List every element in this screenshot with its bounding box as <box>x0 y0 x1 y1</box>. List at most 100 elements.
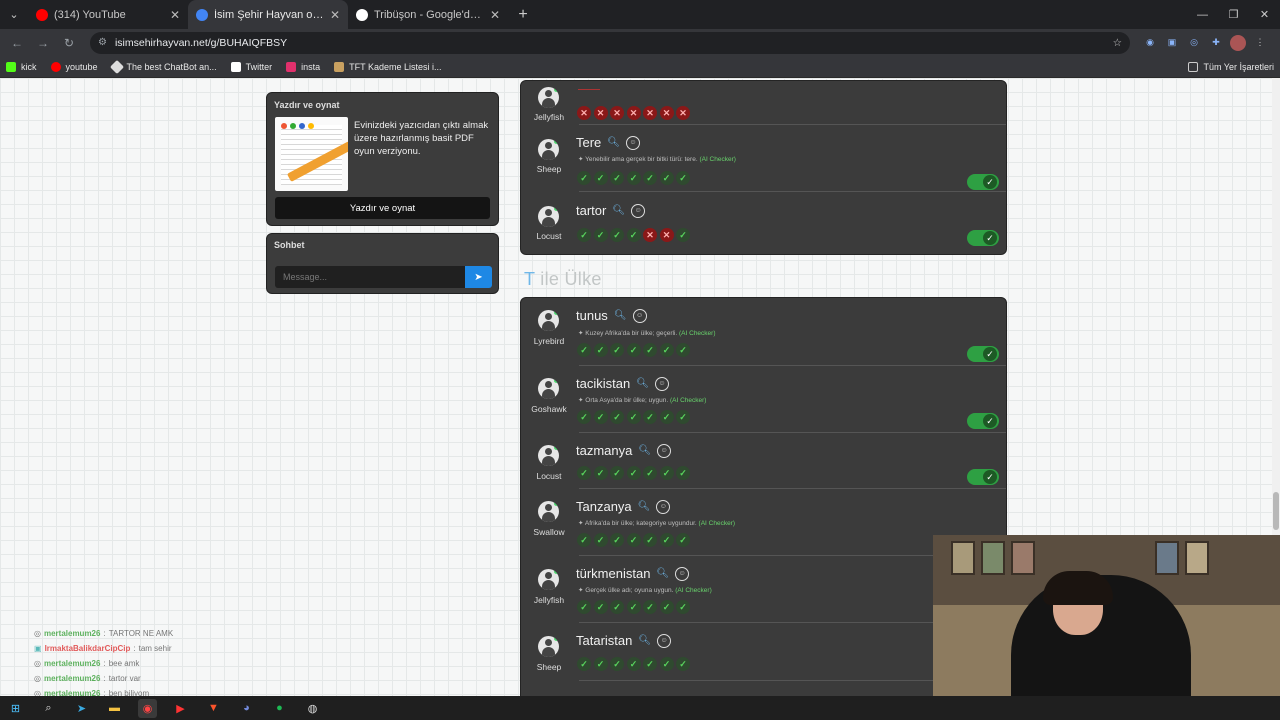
answer-text: türkmenistan <box>576 566 651 581</box>
user-name: Lyrebird <box>533 336 565 346</box>
vote-row: ✓ ✓ ✓ ✓ ✓ ✓ ✓ <box>577 466 690 480</box>
accept-toggle[interactable] <box>967 346 999 362</box>
bookmarks-bar: kick youtube The best ChatBot an... Twit… <box>0 56 1280 78</box>
user-avatar <box>538 636 559 657</box>
chat-line: ◎ mertalemum26: ben biliyom <box>34 689 150 696</box>
folder-icon <box>1188 61 1199 72</box>
bookmark-youtube[interactable]: youtube <box>50 61 98 72</box>
tft-icon <box>334 61 345 72</box>
search-icon[interactable]: 🔍︎ <box>638 635 651 646</box>
bookmark-label: Twitter <box>245 61 273 72</box>
answer-word: tacikistan 🔍︎ ☺ <box>576 376 669 391</box>
telegram-icon[interactable]: ➤ <box>72 699 91 718</box>
forward-icon[interactable]: → <box>32 32 54 54</box>
bookmark-kick[interactable]: kick <box>6 61 37 72</box>
answer-row: Locust tartor 🔍︎ ☺ ✓ ✓ ✓ ✓ ✕ ✕ ✓ <box>521 192 1006 256</box>
close-tab-icon[interactable]: ✕ <box>490 8 500 22</box>
ai-note: ✦ Orta Asya'da bir ülke; uygun. (AI Chec… <box>578 397 707 404</box>
emoji-reaction-icon[interactable]: ☺ <box>657 633 672 648</box>
chat-message-input[interactable]: Message... <box>275 266 465 288</box>
bookmark-label: TFT Kademe Listesi i... <box>349 61 442 72</box>
answer-text: tunus <box>576 308 608 323</box>
user-avatar <box>538 139 559 160</box>
extension-icons: ◉ ▣ ◎ ✚ ⋮ <box>1142 34 1268 51</box>
answer-text: Tataristan <box>576 633 633 648</box>
answer-text: tacikistan <box>576 376 631 391</box>
emoji-reaction-icon[interactable]: ☺ <box>632 308 647 323</box>
extension-icon[interactable]: ◎ <box>1186 35 1202 51</box>
emoji-reaction-icon[interactable]: ☺ <box>656 499 671 514</box>
accept-toggle[interactable] <box>967 174 999 190</box>
close-tab-icon[interactable]: ✕ <box>170 8 180 22</box>
bookmark-twitter[interactable]: Twitter <box>230 61 273 72</box>
answer-word: Tataristan 🔍︎ ☺ <box>576 633 672 648</box>
user-avatar <box>538 569 559 590</box>
obs-icon[interactable]: ◍ <box>303 699 322 718</box>
accept-toggle[interactable] <box>967 230 999 246</box>
close-tab-icon[interactable]: ✕ <box>330 8 340 22</box>
answer-word: tunus 🔍︎ ☺ <box>576 308 647 323</box>
bookmark-star-icon[interactable]: ☆ <box>1113 37 1122 49</box>
emoji-reaction-icon[interactable]: ☺ <box>654 376 669 391</box>
search-icon[interactable]: 🔍︎ <box>612 205 625 216</box>
user-avatar <box>538 501 559 522</box>
accept-toggle[interactable] <box>967 469 999 485</box>
search-icon[interactable]: 🔍︎ <box>638 445 651 456</box>
browser-toolbar: ← → ↻ ⚙ isimsehirhayvan.net/g/BUHAIQFBSY… <box>0 29 1280 56</box>
windows-start-icon[interactable]: ⊞ <box>6 699 25 718</box>
site-info-icon[interactable]: ⚙ <box>98 37 107 48</box>
search-icon[interactable]: 🔍︎ <box>614 310 627 321</box>
bookmark-chatbot[interactable]: The best ChatBot an... <box>109 59 217 74</box>
search-icon[interactable]: 🔍︎ <box>638 501 651 512</box>
extension-icon[interactable]: ◉ <box>1142 35 1158 51</box>
tab-youtube[interactable]: (314) YouTube ✕ <box>28 0 188 29</box>
discord-icon[interactable]: ◕ <box>237 699 256 718</box>
search-icon[interactable]: ⌕ <box>39 699 58 718</box>
spotify-icon[interactable]: ● <box>270 699 289 718</box>
answer-word: tartor 🔍︎ ☺ <box>576 203 646 218</box>
bookmark-label: insta <box>301 61 321 72</box>
print-card-title: Yazdır ve oynat <box>274 100 340 110</box>
page-content: Yazdır ve oynat Evinizdeki yazıcıdan çık… <box>0 78 1280 696</box>
emoji-reaction-icon[interactable]: ☺ <box>626 135 640 150</box>
bookmark-insta[interactable]: insta <box>286 61 321 72</box>
back-icon[interactable]: ← <box>6 32 28 54</box>
close-window-icon[interactable]: ✕ <box>1249 0 1280 29</box>
ai-note: ✦ Yenebilir ama gerçek bir bitki türü: t… <box>578 156 736 163</box>
new-tab-icon[interactable]: + <box>508 0 538 29</box>
all-bookmarks[interactable]: Tüm Yer İşaretleri <box>1188 61 1274 72</box>
chat-line: ◎ mertalemum26: TARTOR NE AMK <box>34 629 174 638</box>
file-explorer-icon[interactable]: ▬ <box>105 699 124 718</box>
extension-icon[interactable]: ▣ <box>1164 35 1180 51</box>
bookmark-tft[interactable]: TFT Kademe Listesi i... <box>334 61 442 72</box>
chat-title: Sohbet <box>274 240 305 250</box>
tab-isimsehirhayvan[interactable]: İsim Şehir Hayvan oyununa katıl ✕ <box>188 0 348 29</box>
search-icon[interactable]: 🔍︎ <box>656 568 669 579</box>
brave-icon[interactable]: ▼ <box>204 699 223 718</box>
reload-icon[interactable]: ↻ <box>58 32 80 54</box>
user-avatar <box>538 206 559 227</box>
puzzle-icon[interactable]: ✚ <box>1208 35 1224 51</box>
accept-toggle[interactable] <box>967 413 999 429</box>
restore-icon[interactable]: ❐ <box>1218 0 1249 29</box>
chat-line: ▣ IrmaktaBalikdarCipCip: tam sehir <box>34 644 172 653</box>
search-icon[interactable]: 🔍︎ <box>607 137 620 148</box>
address-bar[interactable]: ⚙ isimsehirhayvan.net/g/BUHAIQFBSY ☆ <box>90 31 1130 54</box>
emoji-reaction-icon[interactable]: ☺ <box>631 203 646 218</box>
tab-google[interactable]: Tribüşon - Google'da Ara ✕ <box>348 0 508 29</box>
bookmark-label: kick <box>21 61 37 72</box>
emoji-reaction-icon[interactable]: ☺ <box>675 566 690 581</box>
print-and-play-button[interactable]: Yazdır ve oynat <box>275 197 490 219</box>
emoji-reaction-icon[interactable]: ☺ <box>657 443 672 458</box>
answer-row: Goshawk tacikistan 🔍︎ ☺ ✦ Orta Asya'da b… <box>521 366 1006 433</box>
answer-text: tazmanya <box>576 443 633 458</box>
tab-title: Tribüşon - Google'da Ara <box>374 8 484 21</box>
profile-avatar[interactable] <box>1230 34 1246 51</box>
minimize-icon[interactable]: — <box>1187 0 1218 29</box>
menu-kebab-icon[interactable]: ⋮ <box>1252 35 1268 51</box>
youtube-app-icon[interactable]: ▶ <box>171 699 190 718</box>
send-message-icon[interactable]: ➤ <box>465 266 492 288</box>
tab-search-icon[interactable]: ⌄ <box>0 0 28 29</box>
chrome-icon[interactable]: ◉ <box>138 698 157 718</box>
search-icon[interactable]: 🔍︎ <box>636 378 649 389</box>
